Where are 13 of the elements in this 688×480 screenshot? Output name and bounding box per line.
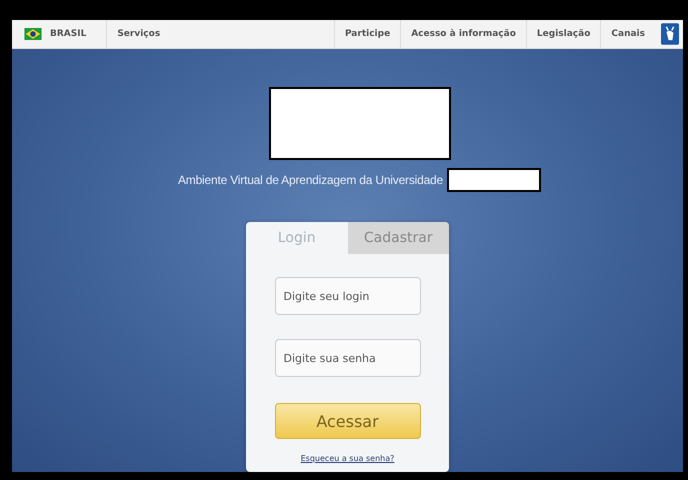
- flag-icon: [24, 28, 42, 40]
- nav-link[interactable]: Canais: [600, 20, 655, 48]
- brand-link[interactable]: BRASIL: [50, 29, 86, 39]
- nav-link[interactable]: Acesso à informação: [400, 20, 526, 48]
- accessibility-icon[interactable]: [661, 23, 679, 45]
- nav-link[interactable]: Serviços: [107, 20, 170, 48]
- forgot-password-link[interactable]: Esqueceu a sua senha?: [300, 454, 394, 463]
- nav-link[interactable]: Legislação: [526, 20, 600, 48]
- nav-link[interactable]: Participe: [334, 20, 400, 48]
- submit-button[interactable]: Acessar: [274, 403, 420, 439]
- subtitle: Ambiente Virtual de Aprendizagem da Universidade: [178, 173, 443, 187]
- input-field[interactable]: Digite sua senha: [274, 339, 420, 377]
- input-field[interactable]: Digite seu login: [274, 277, 420, 315]
